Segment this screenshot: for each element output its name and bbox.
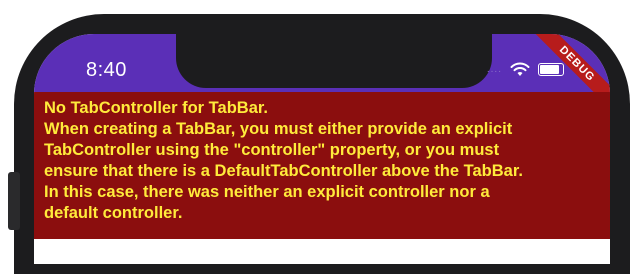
cellular-signal-icon: .... bbox=[486, 63, 502, 75]
phone-side-button bbox=[8, 172, 20, 230]
app-bar: 8:40 .... DEBUG bbox=[34, 34, 610, 116]
error-line: In this case, there was neither an expli… bbox=[44, 183, 490, 201]
phone-screen: 8:40 .... DEBUG No TabController for Tab… bbox=[34, 34, 610, 264]
wifi-icon bbox=[510, 62, 530, 77]
phone-notch bbox=[176, 34, 492, 88]
error-line: TabController using the "controller" pro… bbox=[44, 141, 500, 159]
error-message-panel: No TabController for TabBar. When creati… bbox=[34, 92, 610, 239]
status-time: 8:40 bbox=[86, 59, 127, 81]
error-line: No TabController for TabBar. bbox=[44, 99, 268, 117]
error-line: When creating a TabBar, you must either … bbox=[44, 120, 513, 138]
error-line: default controller. bbox=[44, 204, 183, 222]
battery-icon bbox=[538, 62, 564, 76]
status-icons: .... bbox=[487, 60, 564, 78]
error-line: ensure that there is a DefaultTabControl… bbox=[44, 162, 523, 180]
